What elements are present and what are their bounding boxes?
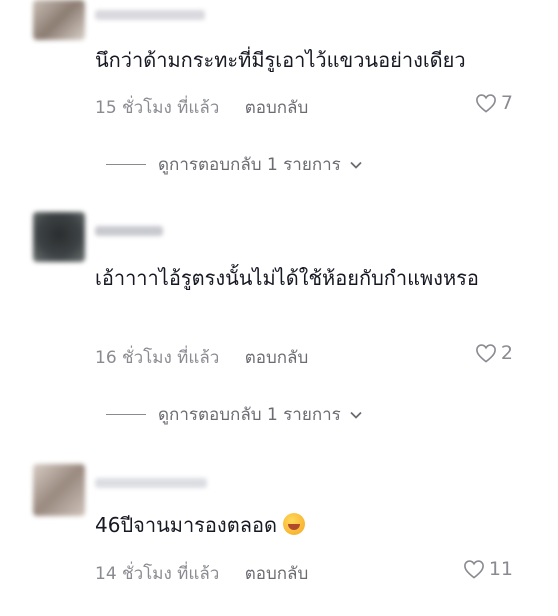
comment-text: 46ปีจานมารองตลอด xyxy=(95,510,528,540)
comment-text-content: 46ปีจานมารองตลอด xyxy=(95,513,277,537)
comment-item: 46ปีจานมารองตลอด 14 ชั่วโมง ที่แล้ว ตอบก… xyxy=(0,0,558,616)
sweat-smile-emoji-icon xyxy=(282,513,305,535)
username-blurred[interactable] xyxy=(95,478,207,488)
heart-outline-icon xyxy=(463,560,484,579)
comment-timestamp: 14 ชั่วโมง ที่แล้ว xyxy=(95,564,220,584)
like-button[interactable]: 11 xyxy=(463,558,513,580)
reply-button[interactable]: ตอบกลับ xyxy=(245,564,309,584)
like-count: 11 xyxy=(488,558,513,580)
avatar[interactable] xyxy=(33,464,85,516)
comment-meta: 14 ชั่วโมง ที่แล้ว ตอบกลับ xyxy=(95,560,308,587)
